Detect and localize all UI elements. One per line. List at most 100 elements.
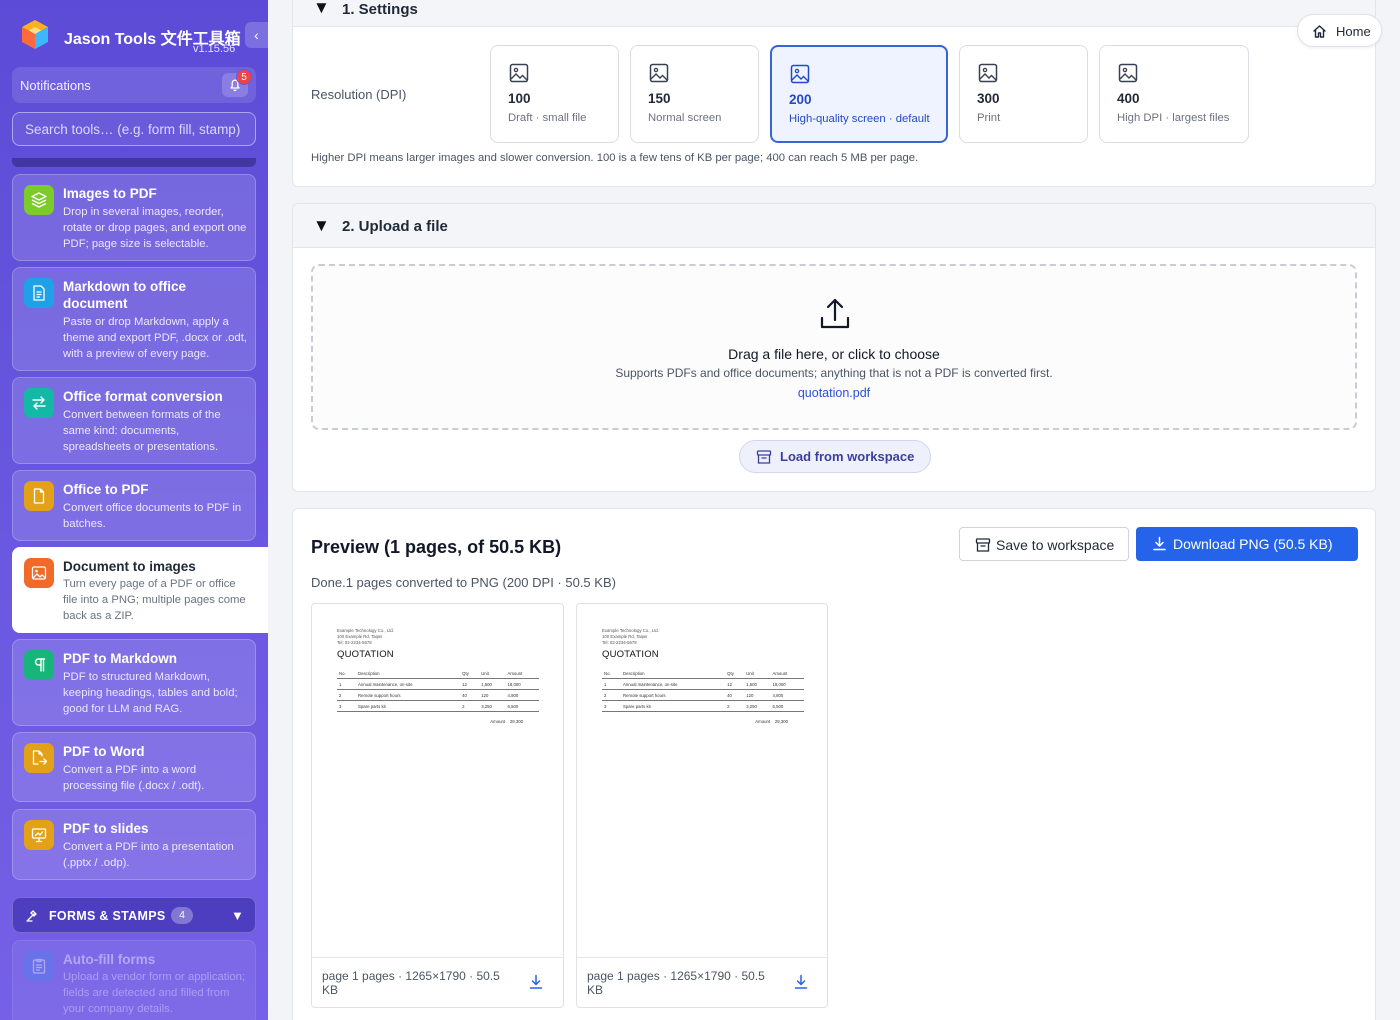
doc-cell: Spare parts kit [621, 700, 726, 712]
tool-item-pdf-to-word[interactable]: PDF to Word Convert a PDF into a word pr… [12, 732, 256, 802]
doc-table: No. Description Qty Unit Amount 1 Annual main… [337, 668, 539, 712]
doc-table: No. Description Qty Unit Amount 1 Annual main… [602, 668, 804, 712]
load-from-workspace-label: Load from workspace [780, 449, 915, 464]
tool-description: Convert a PDF into a word processing fil… [63, 764, 205, 792]
brand[interactable]: Jason Tools 文件工具箱 v1.15.56 [18, 16, 258, 56]
doc-table-row: 2 Remote support hours 40 120 4,800 [602, 689, 804, 701]
pilcrow-icon [24, 650, 54, 680]
doc-cell: Qty [725, 668, 745, 679]
dpi-option-200-selected[interactable]: 200 High-quality screen · default [770, 45, 948, 143]
chevron-down-icon: ▼ [231, 908, 244, 923]
doc-cell: Spare parts kit [356, 700, 461, 712]
dpi-option-100[interactable]: 100 Draft · small file [490, 45, 619, 143]
doc-cell: Annual maintenance, on-site [356, 678, 461, 690]
doc-amount-value: 29,300 [509, 719, 523, 724]
page-thumbnail[interactable]: Example Technology Co., Ltd. 100 Example… [576, 603, 828, 1008]
tool-description: PDF to structured Markdown, keeping head… [63, 671, 238, 715]
doc-cell: No. [602, 668, 622, 679]
tool-name: PDF to Markdown [63, 651, 177, 666]
file-export-icon [24, 743, 54, 773]
doc-cell: 3 [602, 700, 622, 712]
image-icon [978, 63, 998, 83]
file-drop-zone[interactable]: Drag a file here, or click to choose Sup… [311, 264, 1357, 430]
doc-company-line: Tel: 02-2234-5678 [337, 640, 372, 645]
doc-table-header: No. Description Qty Unit Amount [602, 668, 804, 679]
doc-amount-value: 29,300 [774, 719, 788, 724]
tool-name: Images to PDF [63, 186, 157, 201]
upload-header[interactable]: ▼ 2. Upload a file [293, 204, 1375, 248]
home-button[interactable]: Home [1297, 14, 1382, 47]
upload-panel: ▼ 2. Upload a file Drag a file here, or … [292, 203, 1376, 492]
tool-name: PDF to Word [63, 744, 145, 759]
page-thumbnail[interactable]: Example Technology Co., Ltd. 100 Example… [311, 603, 564, 1008]
clipboard-icon [24, 951, 54, 981]
doc-cell: 2 [460, 700, 480, 712]
tool-item-office-format-conversion[interactable]: Office format conversion Convert between… [12, 377, 256, 464]
page-image: Example Technology Co., Ltd. 100 Example… [337, 628, 539, 724]
doc-cell: 4,800 [505, 689, 539, 701]
doc-title: QUOTATION [337, 649, 394, 660]
tool-description: Convert between formats of the same kind… [63, 409, 221, 453]
selected-file-name[interactable]: quotation.pdf [313, 386, 1355, 400]
doc-cell: 12 [725, 678, 745, 690]
section-label: FORMS & STAMPS [49, 909, 166, 923]
tool-item-markdown-to-office[interactable]: Markdown to office document Paste or dro… [12, 267, 256, 371]
image-icon [649, 63, 669, 83]
section-forms-stamps[interactable]: FORMS & STAMPS 4 ▼ [12, 897, 256, 933]
doc-cell: No. [337, 668, 357, 679]
doc-cell: Annual maintenance, on-site [621, 678, 726, 690]
tool-name: Office format conversion [63, 389, 223, 404]
tool-name: Auto-fill forms [63, 952, 156, 967]
page-image: Example Technology Co., Ltd. 100 Example… [602, 628, 804, 724]
tool-item-images-to-pdf[interactable]: Images to PDF Drop in several images, re… [12, 174, 256, 261]
dpi-value: 300 [977, 91, 1000, 106]
load-from-workspace-button[interactable]: Load from workspace [739, 440, 931, 473]
dpi-option-400[interactable]: 400 High DPI · largest files [1099, 45, 1249, 143]
doc-cell: Amount [505, 668, 539, 679]
doc-cell: 40 [460, 689, 480, 701]
doc-cell: 120 [479, 689, 506, 701]
doc-company-line: Tel: 02-2234-5678 [602, 640, 637, 645]
tool-item-document-to-images[interactable]: Document to images Turn every page of a … [12, 547, 268, 633]
sidebar: Jason Tools 文件工具箱 v1.15.56 ‹ Notificatio… [0, 0, 268, 1020]
app-logo-icon [22, 20, 48, 49]
dpi-value: 400 [1117, 91, 1140, 106]
notifications-bar[interactable]: Notifications 5 [12, 67, 256, 103]
archive-icon [756, 450, 772, 464]
dpi-description: Normal screen [648, 112, 722, 124]
drop-supported-formats: Supports PDFs and office documents; anyt… [615, 366, 1053, 380]
doc-cell: 2 [725, 700, 745, 712]
image-icon [1118, 63, 1138, 83]
tool-item-pdf-to-markdown[interactable]: PDF to Markdown PDF to structured Markdo… [12, 639, 256, 726]
preview-title: Preview (1 pages, of 50.5 KB) [311, 537, 562, 557]
doc-table-row: 3 Spare parts kit 2 3,250 6,500 [602, 700, 804, 712]
collapse-sidebar-button[interactable]: ‹ [245, 22, 268, 48]
tool-item-office-to-pdf[interactable]: Office to PDF Convert office documents t… [12, 470, 256, 541]
dpi-option-300[interactable]: 300 Print [959, 45, 1088, 143]
save-to-workspace-button[interactable]: Save to workspace [959, 527, 1129, 561]
download-icon[interactable] [793, 974, 809, 990]
list-scroll-edge [12, 158, 256, 167]
dpi-option-150[interactable]: 150 Normal screen [630, 45, 759, 143]
doc-cell: Description [621, 668, 726, 679]
settings-panel: ▼ 1. Settings Resolution (DPI) 100 Draft… [292, 0, 1376, 187]
doc-cell: 3 [337, 700, 357, 712]
presentation-icon [24, 820, 54, 850]
upload-title: 2. Upload a file [342, 218, 448, 235]
download-png-button[interactable]: Download PNG (50.5 KB) [1136, 527, 1358, 561]
doc-cell: 1 [337, 678, 357, 690]
download-icon[interactable] [528, 974, 544, 990]
doc-amount: Amount 29,300 [602, 719, 804, 724]
doc-amount-label: Amount [755, 719, 771, 724]
tool-item-auto-fill-forms[interactable]: Auto-fill forms Upload a vendor form or … [12, 940, 256, 1020]
doc-cell: 12 [460, 678, 480, 690]
search-tools-input[interactable] [12, 112, 256, 146]
swap-arrows-icon [24, 388, 54, 418]
doc-cell: 40 [725, 689, 745, 701]
dpi-value: 100 [508, 91, 531, 106]
conversion-status: Done.1 pages converted to PNG (200 DPI ·… [311, 575, 616, 590]
doc-cell: Amount [770, 668, 804, 679]
thumbnail-footer: page 1 pages · 1265×1790 · 50.5 KB [577, 957, 827, 1007]
doc-cell: 6,500 [505, 700, 539, 712]
tool-item-pdf-to-slides[interactable]: PDF to slides Convert a PDF into a prese… [12, 809, 256, 880]
